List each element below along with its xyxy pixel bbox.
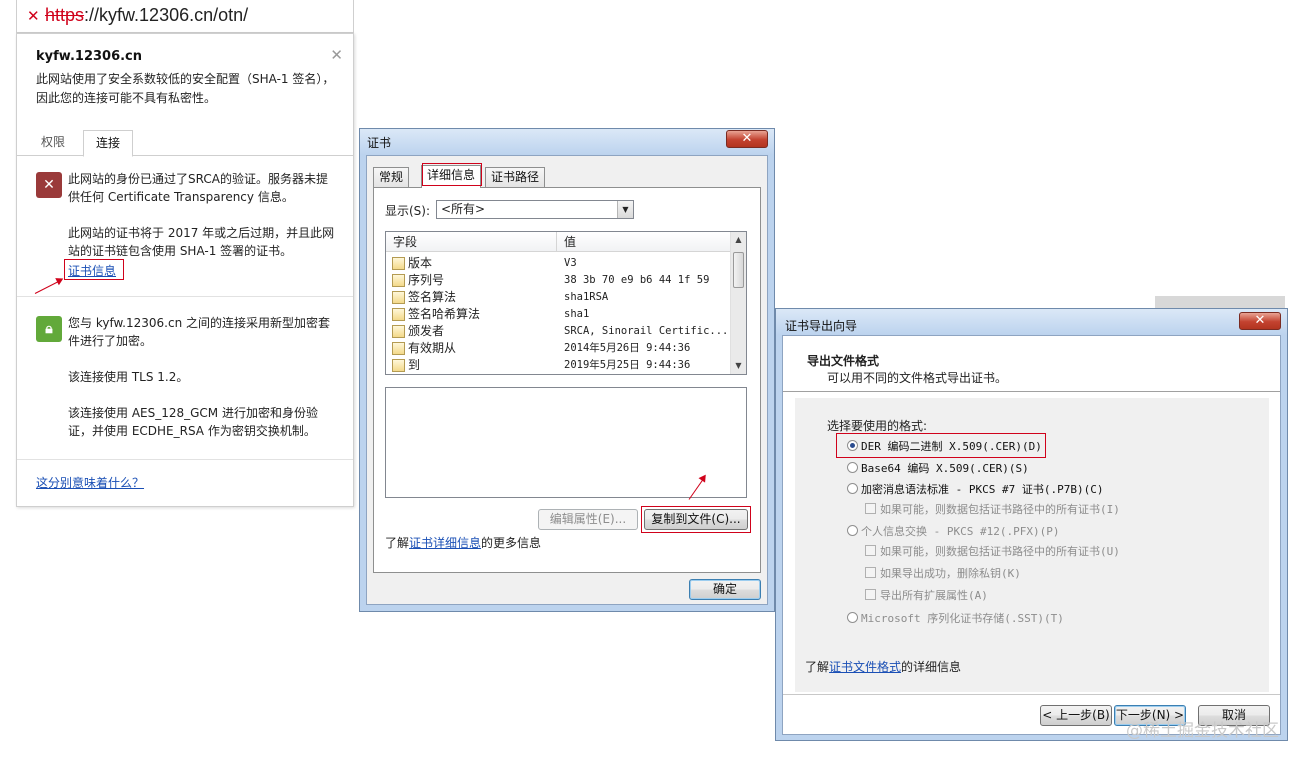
field-icon (392, 359, 405, 372)
cert-format-link[interactable]: 证书文件格式 (829, 660, 901, 674)
highlight-copy-button (641, 506, 751, 533)
wizard-client: 导出文件格式 可以用不同的文件格式导出证书。 选择要使用的格式: DER 编码二… (782, 335, 1281, 735)
close-button[interactable]: ✕ (1239, 312, 1281, 330)
radio-base64[interactable]: Base64 编码 X.509(.CER)(S) (847, 462, 1029, 476)
radio-dot (847, 525, 858, 536)
table-row[interactable]: 版本 V3 (386, 255, 730, 272)
address-bar[interactable]: ✕ https://kyfw.12306.cn/otn/ (16, 0, 354, 33)
lock-icon: 🔒︎ (36, 316, 62, 342)
scroll-thumb[interactable] (733, 252, 744, 288)
checkbox (865, 589, 876, 600)
scroll-up-icon[interactable]: ▲ (731, 232, 746, 248)
identity-text: 此网站的身份已通过了SRCA的验证。服务器未提供任何 Certificate T… (68, 172, 328, 204)
url-text[interactable]: https://kyfw.12306.cn/otn/ (45, 5, 248, 26)
check-export-extended[interactable]: 导出所有扩展属性(A) (865, 589, 988, 603)
back-button[interactable]: < 上一步(B) (1040, 705, 1112, 726)
expiry-text: 此网站的证书将于 2017 年或之后过期，并且此网站的证书链包含使用 SHA-1… (68, 226, 335, 258)
title-bar (360, 129, 774, 155)
tab-general[interactable]: 常规 (373, 167, 410, 188)
table-row[interactable]: 颁发者 SRCA, Sinorail Certific... (386, 323, 730, 340)
field-icon (392, 274, 405, 287)
popup-host: kyfw.12306.cn (36, 49, 143, 64)
radio-dot (847, 612, 858, 623)
show-dropdown[interactable]: <所有> ▼ (436, 200, 634, 219)
radio-dot (847, 483, 858, 494)
encrypt-text: 您与 kyfw.12306.cn 之间的连接采用新型加密套件进行了加密。 (68, 316, 330, 348)
table-row[interactable]: 签名算法 sha1RSA (386, 289, 730, 306)
watermark: @稀土掘金技术社区 (1126, 721, 1279, 741)
fields-list[interactable]: 字段 值 版本 V3 序列号 38 3b 70 e9 b6 44 1f 59 签名算… (385, 231, 747, 375)
column-field[interactable]: 字段 (393, 232, 417, 252)
tab-cert-path[interactable]: 证书路径 (485, 167, 546, 188)
tab-permissions[interactable]: 权限 (29, 130, 77, 156)
learn-more-text: 了解证书文件格式的详细信息 (805, 660, 962, 674)
dialog-title: 证书导出向导 (785, 319, 858, 333)
dialog-title: 证书 (367, 136, 392, 150)
popup-tabs: 权限 连接 (17, 130, 353, 157)
site-info-popup: kyfw.12306.cn ✕ 此网站使用了安全系数较低的安全配置（SHA-1 … (16, 33, 354, 507)
check-include-all-p7b[interactable]: 如果可能，则数据包括证书路径中的所有证书(I) (865, 503, 1120, 517)
divider (17, 459, 353, 460)
details-panel: 显示(S): <所有> ▼ 字段 值 版本 V3 序列号 38 3b 70 e9 b… (373, 187, 761, 573)
checkbox (865, 545, 876, 556)
scroll-down-icon[interactable]: ▼ (731, 358, 746, 374)
table-row[interactable]: 到 2019年5月25日 9:44:36 (386, 357, 730, 374)
highlight-der-option (836, 433, 1046, 458)
radio-pkcs7[interactable]: 加密消息语法标准 - PKCS #7 证书(.P7B)(C) (847, 483, 1103, 497)
sha1-warning: 此网站使用了安全系数较低的安全配置（SHA-1 签名），因此您的连接可能不具有私… (36, 72, 335, 105)
cert-details-link[interactable]: 证书详细信息 (409, 536, 481, 550)
field-icon (392, 291, 405, 304)
divider (783, 694, 1280, 695)
divider (17, 296, 353, 297)
chevron-down-icon: ▼ (617, 201, 633, 218)
close-button[interactable]: ✕ (726, 130, 768, 148)
radio-dot (847, 462, 858, 473)
encryption-section: 🔒︎ 您与 kyfw.12306.cn 之间的连接采用新型加密套件进行了加密。 … (17, 312, 353, 442)
export-wizard-dialog: 证书导出向导 ✕ 导出文件格式 可以用不同的文件格式导出证书。 选择要使用的格式… (775, 308, 1288, 741)
column-value[interactable]: 值 (564, 232, 576, 252)
table-row[interactable]: 签名哈希算法 sha1 (386, 306, 730, 323)
ok-button[interactable]: 确定 (689, 579, 761, 600)
wizard-header: 导出文件格式 可以用不同的文件格式导出证书。 (783, 336, 1280, 392)
value-detail-box[interactable] (385, 387, 747, 498)
show-dropdown-value: <所有> (441, 202, 486, 216)
list-header: 字段 值 (386, 232, 730, 252)
table-row[interactable]: 有效期从 2014年5月26日 9:44:36 (386, 340, 730, 357)
learn-more-text: 了解证书详细信息的更多信息 (385, 536, 542, 550)
field-icon (392, 342, 405, 355)
broken-lock-icon[interactable]: ✕ (27, 9, 41, 24)
background-window-edge (1155, 296, 1285, 308)
highlight-cert-info (64, 259, 124, 280)
tls-text: 该连接使用 TLS 1.2。 (68, 370, 189, 384)
wizard-body: 选择要使用的格式: DER 编码二进制 X.509(.CER)(D) Base6… (795, 398, 1269, 692)
tab-connection[interactable]: 连接 (83, 130, 134, 157)
check-delete-private-key[interactable]: 如果导出成功，删除私钥(K) (865, 567, 1021, 581)
show-label: 显示(S): (385, 204, 431, 218)
checkbox (865, 503, 876, 514)
dialog-client: 常规 详细信息 证书路径 显示(S): <所有> ▼ 字段 值 版本 V3 序列号… (366, 155, 768, 605)
meaning-link[interactable]: 这分别意味着什么？ (36, 474, 144, 491)
close-icon[interactable]: ✕ (330, 46, 343, 64)
certificate-dialog: 证书 ✕ 常规 详细信息 证书路径 显示(S): <所有> ▼ 字段 值 版本 V… (359, 128, 775, 612)
field-icon (392, 257, 405, 270)
field-icon (392, 325, 405, 338)
checkbox (865, 567, 876, 578)
field-icon (392, 308, 405, 321)
wizard-heading: 导出文件格式 (807, 354, 880, 368)
radio-pkcs12[interactable]: 个人信息交换 - PKCS #12(.PFX)(P) (847, 525, 1059, 539)
radio-sst[interactable]: Microsoft 序列化证书存储(.SST)(T) (847, 612, 1064, 626)
check-include-all-pfx[interactable]: 如果可能，则数据包括证书路径中的所有证书(U) (865, 545, 1120, 559)
highlight-details-tab (422, 163, 482, 186)
wizard-subheading: 可以用不同的文件格式导出证书。 (827, 371, 1008, 385)
select-format-label: 选择要使用的格式: (827, 419, 928, 433)
certificate-error-icon: ✕ (36, 172, 62, 198)
vertical-scrollbar[interactable]: ▲ ▼ (730, 232, 746, 374)
table-row[interactable]: 序列号 38 3b 70 e9 b6 44 1f 59 (386, 272, 730, 289)
edit-properties-button[interactable]: 编辑属性(E)... (538, 509, 638, 530)
cipher-text: 该连接使用 AES_128_GCM 进行加密和身份验证，并使用 ECDHE_RS… (68, 406, 318, 438)
